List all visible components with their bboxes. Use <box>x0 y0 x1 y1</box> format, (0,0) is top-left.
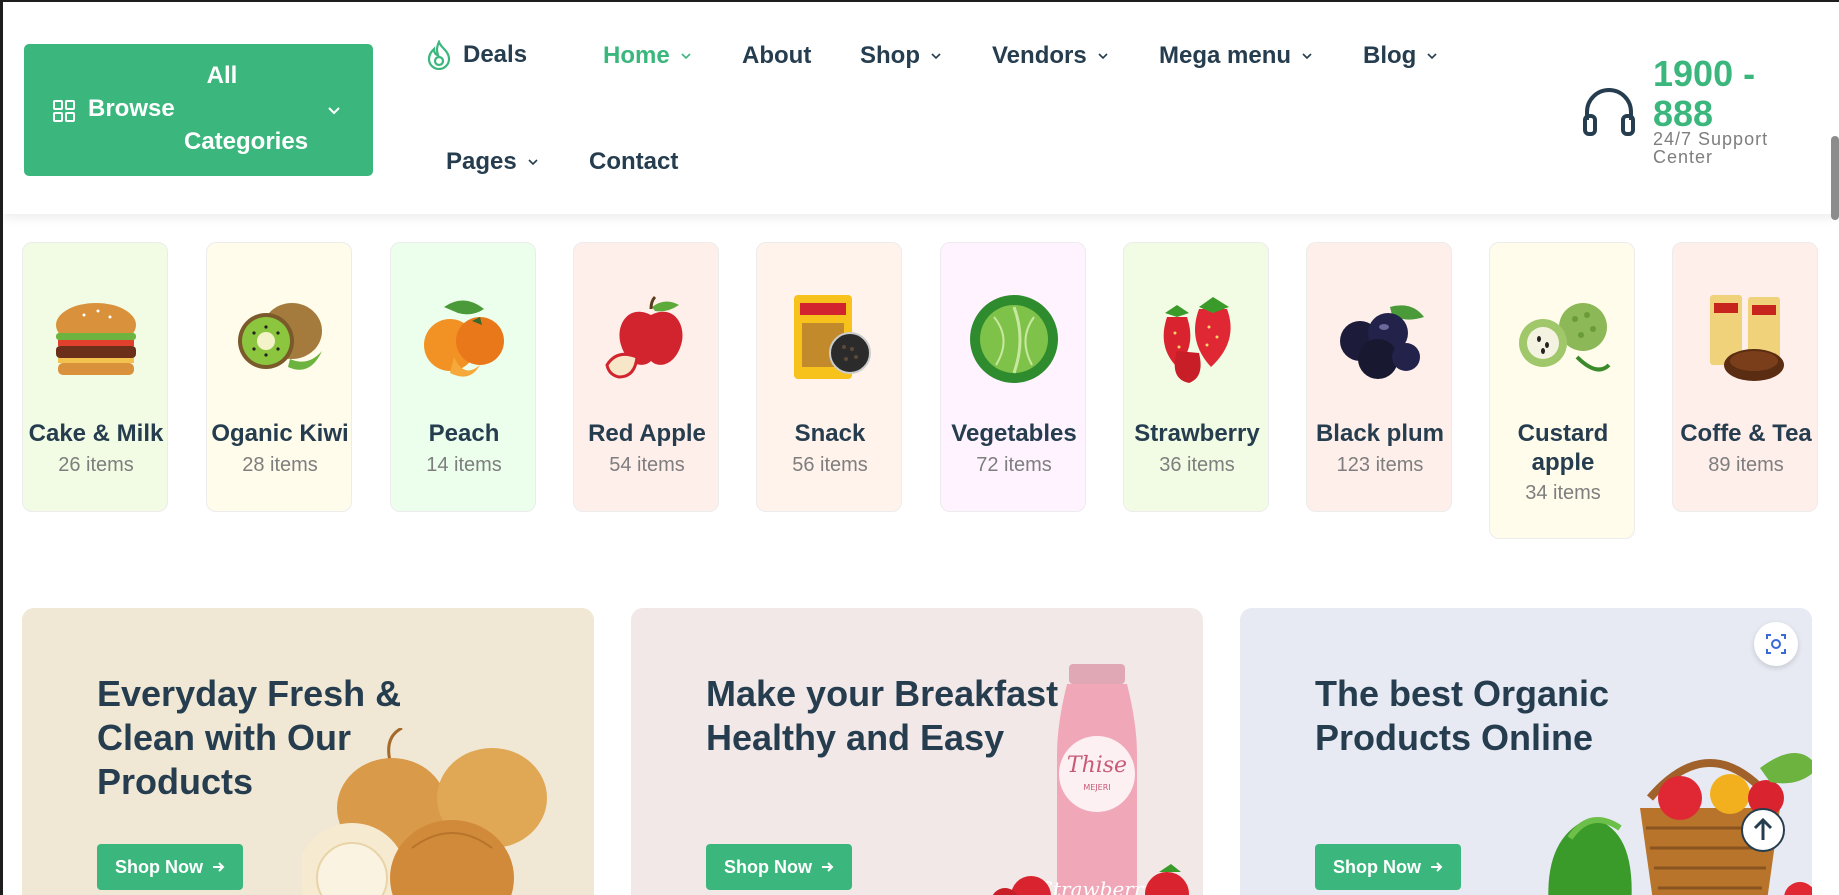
grid-icon <box>53 100 75 122</box>
browse-label-categories: Categories <box>184 128 309 155</box>
chevron-down-icon <box>1098 53 1108 60</box>
strawberry-icon <box>1163 297 1231 383</box>
page-scrollbar[interactable] <box>1831 136 1839 220</box>
snack-icon <box>794 295 871 379</box>
category-name: Oganic Kiwi <box>211 420 349 447</box>
plum-icon <box>1340 305 1424 379</box>
banner-title: Everyday Fresh & Clean with Our Products <box>97 673 402 802</box>
category-name: Vegetables <box>951 420 1077 447</box>
promo-banner[interactable]: Everyday Fresh & Clean with Our Products… <box>22 608 594 895</box>
bottle-sub-text: MEJERI <box>1083 783 1110 792</box>
nav-vendors[interactable]: Vendors <box>992 42 1109 70</box>
burger-icon <box>56 303 136 375</box>
arrow-right-icon <box>822 862 834 872</box>
browse-label-all: All <box>206 62 238 89</box>
promo-banner[interactable]: Thise MEJERI Strawberry Make your Breakf… <box>631 608 1203 895</box>
category-count: 28 items <box>242 454 318 476</box>
category-count: 72 items <box>976 454 1052 476</box>
category-card[interactable]: Custard apple 34 items <box>1489 242 1635 539</box>
nav-blog-label: Blog <box>1363 42 1417 69</box>
banner-title: The best Organic Products Online <box>1315 673 1610 758</box>
kiwi-icon <box>238 303 322 370</box>
chevron-down-icon <box>931 53 941 60</box>
category-count: 14 items <box>426 454 502 476</box>
category-count: 34 items <box>1525 482 1601 504</box>
category-card[interactable]: Snack 56 items <box>756 242 902 512</box>
category-name: Peach <box>428 420 500 447</box>
banner-title: Make your Breakfast Healthy and Easy <box>706 673 1059 758</box>
flame-icon <box>427 40 451 70</box>
shop-now-label: Shop Now <box>724 856 812 877</box>
nav-pages[interactable]: Pages <box>446 148 539 176</box>
chevron-down-icon <box>528 159 538 166</box>
category-name: Black plum <box>1315 420 1445 447</box>
shop-now-button[interactable]: Shop Now <box>706 844 852 890</box>
apple-icon <box>605 295 683 379</box>
coffee-tea-icon <box>1710 295 1784 381</box>
browse-label: Browse <box>88 95 175 122</box>
category-name: Strawberry <box>1134 420 1260 447</box>
category-count: 36 items <box>1159 454 1235 476</box>
nav-vendors-label: Vendors <box>992 42 1087 69</box>
arrow-up-icon <box>1753 817 1773 840</box>
nav-blog[interactable]: Blog <box>1363 42 1438 70</box>
nav-deals-label: Deals <box>463 41 528 68</box>
nav-mega-menu-label: Mega menu <box>1159 42 1292 69</box>
category-count: 123 items <box>1336 454 1424 476</box>
category-card[interactable]: Oganic Kiwi 28 items <box>206 242 352 512</box>
back-to-top-button[interactable] <box>1741 808 1785 852</box>
headphones-icon <box>1583 88 1635 136</box>
category-card[interactable]: Vegetables 72 items <box>940 242 1086 512</box>
category-count: 56 items <box>792 454 868 476</box>
category-name: Red Apple <box>588 420 706 447</box>
support-subtitle: 24/7 Support Center <box>1653 129 1769 167</box>
nav-about[interactable]: About <box>742 42 811 70</box>
nav-mega-menu[interactable]: Mega menu <box>1159 42 1313 70</box>
nav-home[interactable]: Home <box>603 42 692 70</box>
nav-contact[interactable]: Contact <box>589 148 678 176</box>
shop-now-button[interactable]: Shop Now <box>1315 844 1461 890</box>
shop-now-label: Shop Now <box>1333 856 1421 877</box>
nav-pages-label: Pages <box>446 148 517 175</box>
custard-apple-icon <box>1519 303 1611 372</box>
category-name: Custard apple <box>1517 420 1609 476</box>
category-count: 54 items <box>609 454 685 476</box>
promo-banner[interactable]: The best Organic Products Online Shop No… <box>1240 608 1812 895</box>
scan-icon <box>1766 634 1786 654</box>
visual-search-button[interactable] <box>1754 622 1798 666</box>
chevron-down-icon <box>681 53 691 60</box>
category-count: 26 items <box>58 454 134 476</box>
nav-shop[interactable]: Shop <box>860 42 942 70</box>
category-card[interactable]: Cake & Milk 26 items <box>22 242 168 512</box>
nav-deals[interactable]: Deals <box>425 40 527 70</box>
arrow-right-icon <box>213 862 225 872</box>
category-card[interactable]: Peach 14 items <box>390 242 536 512</box>
bottle-label-text: Strawberry <box>1039 877 1155 895</box>
browser-viewport: All Browse Categories Deals Home About S… <box>0 0 1839 895</box>
nav-about-label: About <box>742 42 812 69</box>
chevron-down-icon <box>1427 53 1437 60</box>
arrow-right-icon <box>1431 862 1443 872</box>
category-name: Cake & Milk <box>28 420 164 447</box>
category-card[interactable]: Strawberry 36 items <box>1123 242 1269 512</box>
category-card[interactable]: Coffe & Tea 89 items <box>1672 242 1818 512</box>
category-name: Coffe & Tea <box>1680 420 1812 447</box>
shop-now-button[interactable]: Shop Now <box>97 844 243 890</box>
cabbage-icon <box>970 295 1058 383</box>
chevron-down-icon <box>328 107 340 115</box>
category-card[interactable]: Red Apple 54 items <box>573 242 719 512</box>
shop-now-label: Shop Now <box>115 856 203 877</box>
header-nav-bar: All Browse Categories Deals Home About S… <box>3 2 1839 214</box>
nav-contact-label: Contact <box>589 148 679 175</box>
support-contact: 1900 - 888 24/7 Support Center <box>1581 54 1821 174</box>
support-phone[interactable]: 1900 - 888 <box>1653 54 1793 134</box>
browse-categories-button[interactable]: All Browse Categories <box>24 44 373 176</box>
chevron-down-icon <box>1302 53 1312 60</box>
category-card[interactable]: Black plum 123 items <box>1306 242 1452 512</box>
category-name: Snack <box>794 420 866 447</box>
nav-shop-label: Shop <box>860 42 920 69</box>
nav-home-label: Home <box>603 42 670 69</box>
peach-icon <box>424 300 504 377</box>
category-count: 89 items <box>1708 454 1784 476</box>
